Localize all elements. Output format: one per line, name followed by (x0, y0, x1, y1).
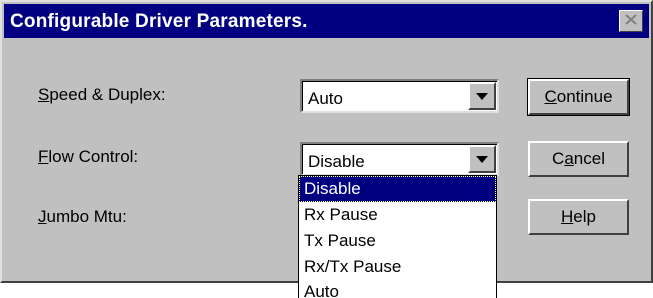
option-tx-pause[interactable]: Tx Pause (299, 228, 496, 254)
flow-control-dropdown-button[interactable] (468, 145, 496, 173)
jumbo-mtu-label: Jumbo Mtu: (38, 207, 127, 226)
window-title: Configurable Driver Parameters. (10, 11, 308, 32)
title-bar[interactable]: Configurable Driver Parameters. (4, 4, 649, 38)
flow-control-options-list[interactable]: Disable Rx Pause Tx Pause Rx/Tx Pause Au… (298, 175, 497, 298)
help-button[interactable]: Help (528, 199, 629, 235)
chevron-down-icon (476, 92, 488, 100)
speed-duplex-select[interactable]: Auto (300, 79, 499, 113)
option-rx-pause[interactable]: Rx Pause (299, 202, 496, 228)
cancel-button[interactable]: Ca ncel (528, 141, 629, 177)
speed-duplex-label: Speed & Duplex: (38, 85, 166, 104)
speed-duplex-dropdown-button[interactable] (468, 82, 496, 110)
flow-control-select[interactable]: Disable (300, 142, 499, 176)
close-button[interactable] (619, 10, 643, 32)
option-auto[interactable]: Auto (299, 280, 496, 298)
continue-button[interactable]: Continue (527, 78, 630, 116)
close-icon (625, 12, 637, 30)
chevron-down-icon (476, 155, 488, 163)
flow-control-value: Disable (308, 152, 365, 171)
option-rx-tx-pause[interactable]: Rx/Tx Pause (299, 254, 496, 280)
speed-duplex-value: Auto (308, 89, 343, 108)
flow-control-label: Flow Control: (38, 147, 139, 166)
option-disable[interactable]: Disable (299, 176, 496, 202)
